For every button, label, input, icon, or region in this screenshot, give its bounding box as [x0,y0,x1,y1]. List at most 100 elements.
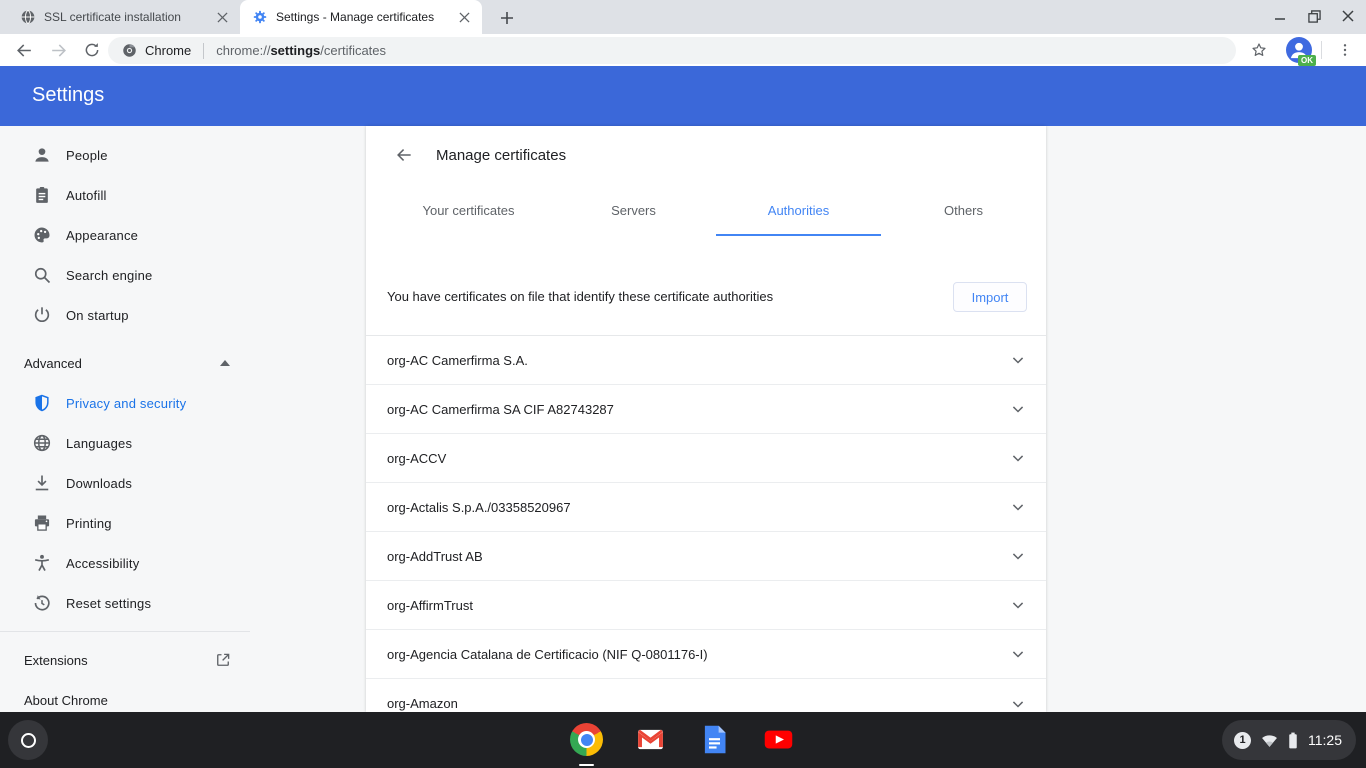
tab-title: SSL certificate installation [44,10,181,24]
about-chrome-label: About Chrome [24,693,108,708]
chromeos-screen: SSL certificate installation S [0,0,1366,768]
sidebar-item-accessibility[interactable]: Accessibility [0,543,250,583]
chevron-down-icon[interactable] [1008,595,1028,615]
sidebar-item-label: Appearance [66,228,138,243]
gmail-icon [634,723,667,756]
settings-title: Settings [32,84,104,107]
certificate-row[interactable]: org-AddTrust AB [366,532,1046,581]
palette-icon [32,225,52,245]
browser-tab-settings[interactable]: Settings - Manage certificates [240,0,482,34]
sidebar-divider [0,631,250,632]
sidebar-item-autofill[interactable]: Autofill [0,175,250,215]
certificate-row[interactable]: org-AffirmTrust [366,581,1046,630]
sidebar-item-extensions[interactable]: Extensions [0,640,250,680]
certificate-row[interactable]: org-AC Camerfirma S.A. [366,336,1046,385]
tab-close-icon[interactable] [456,9,472,25]
globe-icon [32,433,52,453]
tab-others[interactable]: Others [881,184,1046,236]
notification-count-badge: 1 [1234,732,1251,749]
bookmark-star-icon[interactable] [1247,38,1271,62]
sidebar-item-appearance[interactable]: Appearance [0,215,250,255]
shelf-app-chrome[interactable] [570,723,603,756]
chevron-down-icon[interactable] [1008,399,1028,419]
chevron-down-icon[interactable] [1008,448,1028,468]
status-tray[interactable]: 1 11:25 [1222,720,1356,760]
chromeos-shelf: 1 11:25 [0,712,1366,768]
chevron-down-icon[interactable] [1008,694,1028,714]
shelf-apps [570,723,795,756]
sidebar-item-label: Privacy and security [66,396,186,411]
launcher-button[interactable] [8,720,48,760]
printer-icon [32,513,52,533]
shelf-app-docs[interactable] [698,723,731,756]
back-icon[interactable] [12,38,36,62]
sidebar-item-label: Languages [66,436,132,451]
settings-sidebar: People Autofill Appearance Search engine… [0,126,360,712]
sidebar-item-downloads[interactable]: Downloads [0,463,250,503]
omnibox[interactable]: Chrome chrome://settings/certificates [108,37,1236,64]
sidebar-item-privacy-security[interactable]: Privacy and security [0,383,250,423]
browser-menu-icon[interactable] [1333,38,1357,62]
certificate-tabs: Your certificates Servers Authorities Ot… [386,184,1046,236]
chevron-down-icon[interactable] [1008,497,1028,517]
close-window-icon[interactable] [1336,4,1360,28]
import-button[interactable]: Import [953,282,1027,312]
toolbar-divider [1321,41,1322,59]
browser-tab-ssl[interactable]: SSL certificate installation [8,0,240,34]
chevron-down-icon[interactable] [1008,546,1028,566]
search-icon [32,265,52,285]
window-controls [1268,4,1360,28]
sidebar-item-printing[interactable]: Printing [0,503,250,543]
settings-header: Settings Search settings [0,66,1366,126]
reload-icon[interactable] [80,38,104,62]
person-icon [32,145,52,165]
sidebar-item-label: Search engine [66,268,152,283]
tab-servers[interactable]: Servers [551,184,716,236]
wifi-icon [1261,733,1278,748]
new-tab-button[interactable] [496,7,518,29]
tab-close-icon[interactable] [214,9,230,25]
tab-authorities[interactable]: Authorities [716,184,881,236]
sidebar-item-languages[interactable]: Languages [0,423,250,463]
sidebar-advanced-toggle[interactable]: Advanced [0,343,250,383]
minimize-icon[interactable] [1268,4,1292,28]
manage-certificates-card: Manage certificates Your certificates Se… [366,126,1046,712]
autofill-icon [32,185,52,205]
sidebar-item-on-startup[interactable]: On startup [0,295,250,335]
sidebar-item-label: Downloads [66,476,132,491]
battery-icon [1288,732,1298,749]
certificate-row[interactable]: org-AC Camerfirma SA CIF A82743287 [366,385,1046,434]
open-in-new-icon [214,651,232,669]
omnibox-separator [203,43,204,59]
reset-icon [32,593,52,613]
chevron-down-icon[interactable] [1008,644,1028,664]
settings-content: People Autofill Appearance Search engine… [0,126,1366,712]
back-arrow-icon[interactable] [394,145,414,165]
sidebar-item-search-engine[interactable]: Search engine [0,255,250,295]
authorities-description: You have certificates on file that ident… [387,289,773,304]
restore-window-icon[interactable] [1302,4,1326,28]
page-title: Manage certificates [436,147,566,164]
forward-icon[interactable] [46,38,70,62]
card-titlebar: Manage certificates [366,126,1046,184]
certificate-row[interactable]: org-Actalis S.p.A./03358520967 [366,483,1046,532]
authorities-description-row: You have certificates on file that ident… [366,236,1046,335]
accessibility-icon [32,553,52,573]
omnibox-url: chrome://settings/certificates [216,43,386,58]
sidebar-item-people[interactable]: People [0,135,250,175]
certificate-row[interactable]: org-Agencia Catalana de Certificacio (NI… [366,630,1046,679]
chevron-down-icon[interactable] [1008,350,1028,370]
sidebar-item-label: Reset settings [66,596,151,611]
profile-ok-badge: OK [1298,55,1316,66]
shelf-app-youtube[interactable] [762,723,795,756]
youtube-icon [762,723,795,756]
sidebar-item-label: On startup [66,308,129,323]
active-app-indicator [579,764,594,767]
certificate-row[interactable]: org-ACCV [366,434,1046,483]
sidebar-item-reset-settings[interactable]: Reset settings [0,583,250,623]
shield-icon [32,393,52,413]
profile-avatar[interactable]: OK [1286,37,1312,63]
tab-your-certificates[interactable]: Your certificates [386,184,551,236]
shelf-app-gmail[interactable] [634,723,667,756]
sidebar-item-label: Printing [66,516,112,531]
